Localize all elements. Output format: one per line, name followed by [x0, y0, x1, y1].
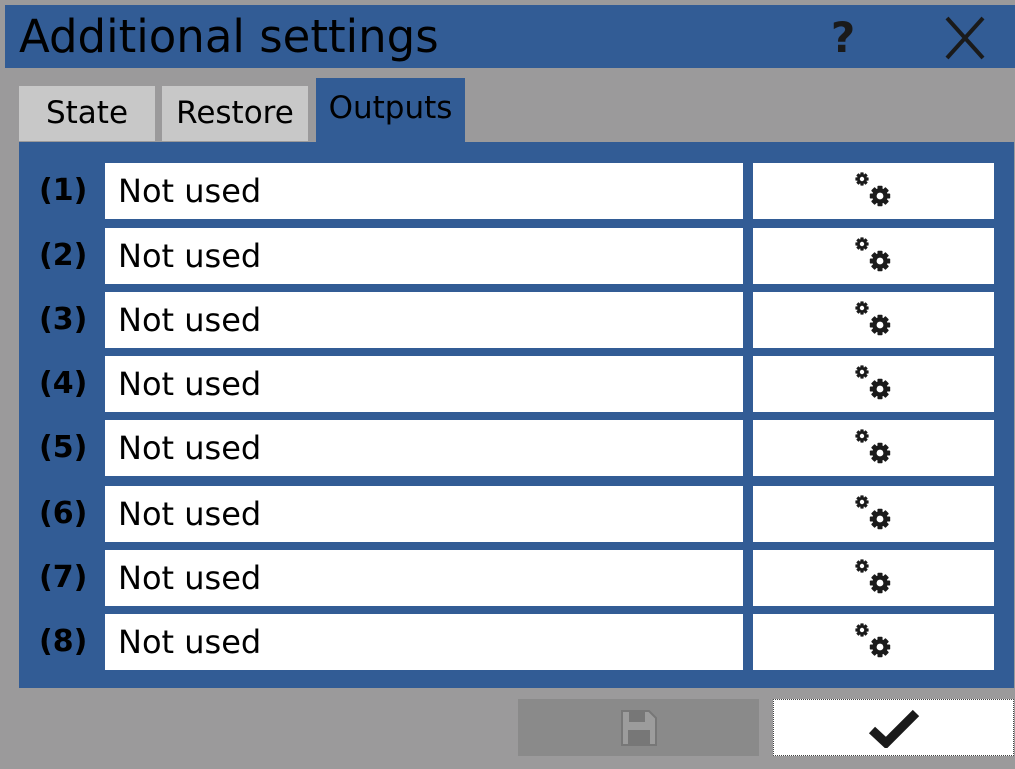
- output-settings-button[interactable]: [753, 228, 994, 284]
- output-settings-button[interactable]: [753, 292, 994, 348]
- gears-icon: [854, 237, 890, 272]
- output-value-field[interactable]: Not used: [105, 420, 743, 476]
- output-settings-button[interactable]: [753, 614, 994, 670]
- output-row-5: (5) Not used: [19, 420, 1014, 476]
- gears-icon: [854, 429, 890, 464]
- close-button[interactable]: [935, 13, 995, 63]
- output-settings-button[interactable]: [753, 356, 994, 412]
- output-settings-button[interactable]: [753, 163, 994, 219]
- close-icon: [945, 16, 985, 60]
- output-settings-button[interactable]: [753, 420, 994, 476]
- dialog-title: Additional settings: [19, 10, 439, 63]
- output-row-8: (8) Not used: [19, 614, 1014, 670]
- output-value-field[interactable]: Not used: [105, 486, 743, 542]
- title-bar: Additional settings ?: [5, 5, 1015, 68]
- gears-icon: [854, 559, 890, 594]
- gears-icon: [854, 365, 890, 400]
- output-settings-button[interactable]: [753, 486, 994, 542]
- output-value-field[interactable]: Not used: [105, 550, 743, 606]
- output-row-1: (1) Not used: [19, 163, 1014, 219]
- output-value-field[interactable]: Not used: [105, 614, 743, 670]
- outputs-panel: (1) Not used (2) Not used (3) Not used (…: [19, 142, 1014, 688]
- checkmark-icon: [868, 709, 919, 748]
- help-button[interactable]: ?: [813, 13, 873, 63]
- tab-outputs[interactable]: Outputs: [316, 78, 465, 142]
- tab-state[interactable]: State: [19, 86, 155, 141]
- gears-icon: [854, 172, 890, 207]
- gears-icon: [854, 495, 890, 530]
- output-row-6: (6) Not used: [19, 486, 1014, 542]
- gears-icon: [854, 301, 890, 336]
- output-value-field[interactable]: Not used: [105, 356, 743, 412]
- output-row-7: (7) Not used: [19, 550, 1014, 606]
- save-button[interactable]: [518, 699, 759, 756]
- save-icon: [620, 709, 657, 746]
- output-row-4: (4) Not used: [19, 356, 1014, 412]
- tab-restore[interactable]: Restore: [162, 86, 308, 141]
- output-settings-button[interactable]: [753, 550, 994, 606]
- gears-icon: [854, 623, 890, 658]
- output-row-2: (2) Not used: [19, 228, 1014, 284]
- output-row-3: (3) Not used: [19, 292, 1014, 348]
- output-value-field[interactable]: Not used: [105, 292, 743, 348]
- confirm-button[interactable]: [773, 699, 1014, 756]
- output-value-field[interactable]: Not used: [105, 163, 743, 219]
- output-value-field[interactable]: Not used: [105, 228, 743, 284]
